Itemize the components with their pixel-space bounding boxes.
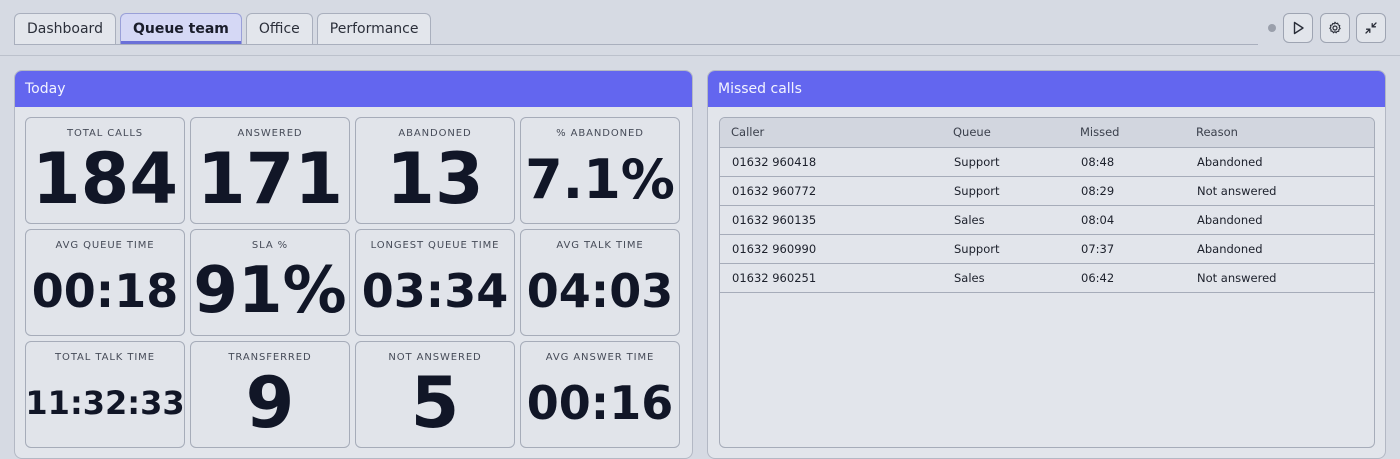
reason-cell: Abandoned: [1185, 205, 1374, 235]
table-row[interactable]: 01632 960135 Sales 08:04 Abandoned: [720, 205, 1374, 235]
settings-button[interactable]: [1320, 13, 1350, 43]
stat-card-sla: SLA % 91%: [190, 229, 350, 336]
reason-cell: Not answered: [1185, 176, 1374, 206]
stat-card-not-answered: NOT ANSWERED 5: [355, 341, 515, 448]
table-row[interactable]: 01632 960990 Support 07:37 Abandoned: [720, 234, 1374, 264]
stat-value: 00:16: [526, 376, 674, 430]
missed-time-cell: 08:04: [1069, 205, 1185, 235]
stat-card-avg-answer-time: AVG ANSWER TIME 00:16: [520, 341, 680, 448]
missed-time-cell: 07:37: [1069, 234, 1185, 264]
missed-time-cell: 06:42: [1069, 263, 1185, 293]
stat-card-percent-abandoned: % ABANDONED 7.1%: [520, 117, 680, 224]
missed-time-cell: 08:29: [1069, 176, 1185, 206]
caller-cell: 01632 960772: [720, 176, 942, 206]
stat-card-avg-talk-time: AVG TALK TIME 04:03: [520, 229, 680, 336]
collapse-icon: [1365, 22, 1377, 34]
tab-office[interactable]: Office: [245, 13, 313, 44]
tab-underline: [14, 44, 1258, 45]
stat-label: AVG QUEUE TIME: [55, 240, 155, 251]
reason-cell: Abandoned: [1185, 147, 1374, 177]
today-panel-title: Today: [15, 71, 692, 107]
stat-card-avg-queue-time: AVG QUEUE TIME 00:18: [25, 229, 185, 336]
stat-value: 11:32:33: [25, 384, 185, 422]
stat-card-transferred: TRANSFERRED 9: [190, 341, 350, 448]
caller-cell: 01632 960135: [720, 205, 942, 235]
stat-value: 03:34: [361, 264, 509, 318]
stat-value: 7.1%: [525, 147, 675, 211]
stat-label: % ABANDONED: [556, 128, 644, 139]
reason-cell: Not answered: [1185, 263, 1374, 293]
tab-list: Dashboard Queue team Office Performance: [14, 13, 432, 44]
play-button[interactable]: [1283, 13, 1313, 43]
stat-card-abandoned: ABANDONED 13: [355, 117, 515, 224]
stat-value: 04:03: [526, 264, 674, 318]
stat-value: 13: [386, 138, 484, 220]
stat-label: AVG TALK TIME: [556, 240, 644, 251]
stat-label: LONGEST QUEUE TIME: [370, 240, 500, 251]
queue-cell: Support: [942, 147, 1069, 177]
stat-label: TOTAL TALK TIME: [55, 352, 155, 363]
queue-cell: Support: [942, 234, 1069, 264]
today-panel: Today TOTAL CALLS 184 ANSWERED 171 ABAND…: [14, 70, 693, 459]
stat-label: SLA %: [251, 240, 289, 251]
missed-calls-table: Caller Queue Missed Reason 01632 960418 …: [719, 117, 1375, 448]
table-row[interactable]: 01632 960418 Support 08:48 Abandoned: [720, 147, 1374, 177]
tab-dashboard[interactable]: Dashboard: [14, 13, 116, 44]
stat-card-longest-queue-time: LONGEST QUEUE TIME 03:34: [355, 229, 515, 336]
stat-value: 171: [196, 138, 344, 220]
stat-value: 5: [410, 362, 460, 444]
stat-value: 91%: [193, 254, 347, 328]
tab-performance[interactable]: Performance: [316, 13, 432, 44]
caller-cell: 01632 960251: [720, 263, 942, 293]
table-row[interactable]: 01632 960772 Support 08:29 Not answered: [720, 176, 1374, 206]
stat-card-total-calls: TOTAL CALLS 184: [25, 117, 185, 224]
stat-value: 9: [245, 362, 295, 444]
stat-card-answered: ANSWERED 171: [190, 117, 350, 224]
gear-icon: [1329, 21, 1341, 34]
column-header-caller[interactable]: Caller: [720, 118, 942, 148]
column-header-missed[interactable]: Missed: [1069, 118, 1185, 148]
column-header-reason[interactable]: Reason: [1185, 118, 1374, 148]
column-header-queue[interactable]: Queue: [942, 118, 1069, 148]
stats-grid: TOTAL CALLS 184 ANSWERED 171 ABANDONED 1…: [25, 117, 680, 448]
caller-cell: 01632 960990: [720, 234, 942, 264]
stat-label: AVG ANSWER TIME: [545, 352, 655, 363]
stat-card-total-talk-time: TOTAL TALK TIME 11:32:33: [25, 341, 185, 448]
table-header-row: Caller Queue Missed Reason: [720, 118, 1374, 148]
play-icon: [1293, 21, 1304, 35]
tab-queue-team[interactable]: Queue team: [119, 13, 242, 44]
missed-calls-panel-title: Missed calls: [708, 71, 1385, 107]
queue-cell: Sales: [942, 205, 1069, 235]
tab-bar: Dashboard Queue team Office Performance: [0, 0, 1400, 56]
stat-value: 184: [31, 138, 179, 220]
header-divider: [0, 55, 1400, 56]
queue-cell: Support: [942, 176, 1069, 206]
table-row[interactable]: 01632 960251 Sales 06:42 Not answered: [720, 263, 1374, 293]
missed-time-cell: 08:48: [1069, 147, 1185, 177]
collapse-button[interactable]: [1356, 13, 1386, 43]
caller-cell: 01632 960418: [720, 147, 942, 177]
stat-value: 00:18: [31, 264, 179, 318]
missed-calls-panel: Missed calls Caller Queue Missed Reason …: [707, 70, 1386, 459]
queue-cell: Sales: [942, 263, 1069, 293]
status-dot: [1268, 24, 1276, 32]
reason-cell: Abandoned: [1185, 234, 1374, 264]
